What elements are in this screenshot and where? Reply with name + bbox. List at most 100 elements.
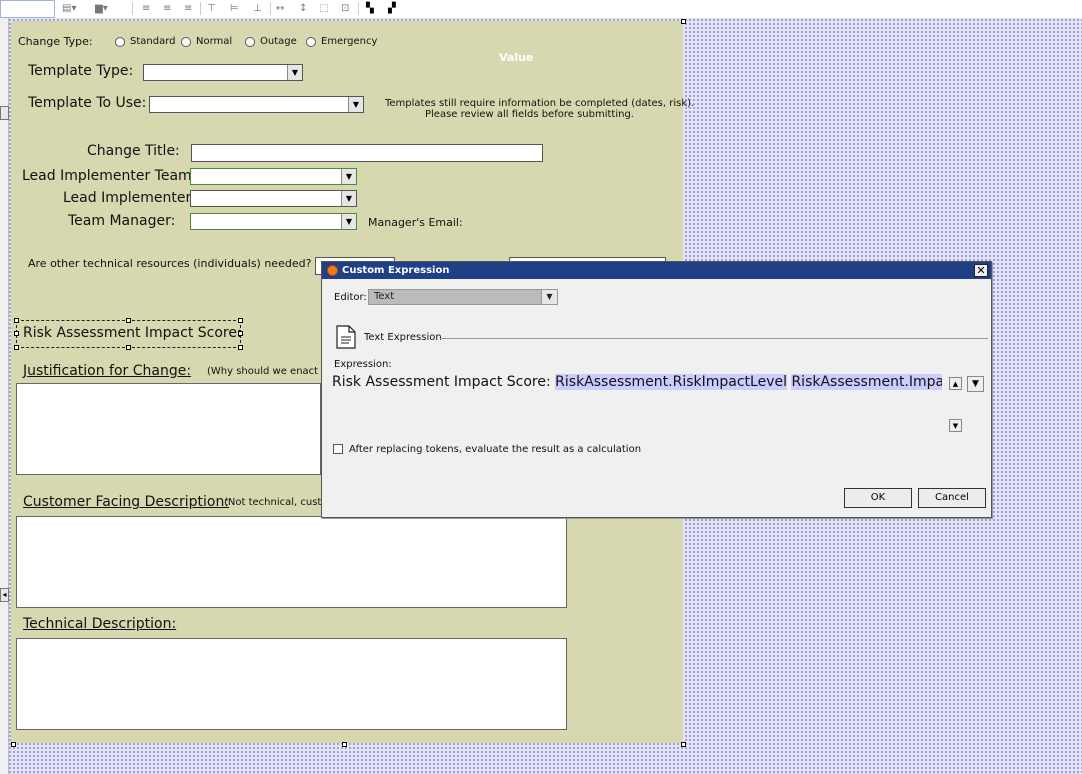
toolbar-separator bbox=[358, 2, 359, 15]
justification-hint: (Why should we enact t bbox=[207, 366, 326, 377]
template-to-use-select[interactable]: ▼ bbox=[149, 96, 364, 113]
expression-text: Risk Assessment Impact Score: bbox=[332, 374, 551, 390]
resize-handle[interactable] bbox=[126, 318, 131, 323]
toolbar-field[interactable] bbox=[0, 0, 55, 18]
toolbar-separator bbox=[132, 2, 133, 15]
designer-toolbar: ▤▾ ▆▾ ≡ ≡ ≡ ⊤ ⊨ ⊥ ↔ ↕ ⬚ ⊡ ▚ ▞ bbox=[0, 0, 1082, 19]
align-left-icon[interactable]: ≡ bbox=[142, 3, 150, 15]
section-label: Text Expression bbox=[364, 332, 442, 343]
change-title-label: Change Title: bbox=[87, 143, 180, 159]
scroll-down-button[interactable]: ▼ bbox=[949, 419, 962, 432]
manager-email-label: Manager's Email: bbox=[368, 216, 463, 229]
editor-label: Editor: bbox=[334, 292, 367, 303]
page-icon[interactable]: ▤▾ bbox=[62, 3, 76, 15]
technical-description-label: Technical Description: bbox=[23, 616, 177, 632]
lead-team-label: Lead Implementer Team: bbox=[22, 168, 197, 184]
toolbar-separator bbox=[270, 2, 271, 15]
team-manager-label: Team Manager: bbox=[68, 213, 176, 229]
justification-textarea[interactable] bbox=[16, 383, 321, 475]
resize-handle[interactable] bbox=[681, 19, 686, 24]
resize-handle[interactable] bbox=[11, 742, 16, 747]
align-middle-icon[interactable]: ⊨ bbox=[230, 3, 239, 15]
ok-button[interactable]: OK bbox=[844, 488, 912, 508]
customer-description-label: Customer Facing Description: bbox=[23, 494, 230, 510]
expression-dropdown-button[interactable]: ▼ bbox=[967, 376, 984, 392]
align-top-icon[interactable]: ⊤ bbox=[207, 3, 216, 15]
change-title-input[interactable] bbox=[191, 144, 543, 162]
radio-standard-label: Standard bbox=[130, 36, 176, 47]
team-manager-select[interactable]: ▼ bbox=[190, 213, 357, 230]
template-note-line1: Templates still require information be c… bbox=[385, 98, 695, 109]
customer-description-textarea[interactable] bbox=[16, 516, 567, 608]
change-type-label: Change Type: bbox=[18, 35, 93, 48]
expression-editor[interactable]: Risk Assessment Impact Score: RiskAssess… bbox=[332, 374, 942, 434]
resize-handle[interactable] bbox=[126, 345, 131, 350]
chevron-down-icon[interactable]: ▼ bbox=[341, 191, 356, 206]
bring-front-icon[interactable]: ▚ bbox=[366, 3, 374, 15]
send-back-icon[interactable]: ▞ bbox=[388, 3, 396, 15]
resources-question: Are other technical resources (individua… bbox=[28, 257, 312, 270]
left-panel-strip: ◂ bbox=[0, 18, 9, 774]
radio-emergency[interactable] bbox=[306, 37, 316, 47]
cancel-button[interactable]: Cancel bbox=[918, 488, 986, 508]
template-type-select[interactable]: ▼ bbox=[143, 64, 303, 81]
token-impact-total[interactable]: RiskAssessment.ImpactTotal bbox=[791, 374, 942, 390]
radio-normal-label: Normal bbox=[196, 36, 233, 47]
template-type-label: Template Type: bbox=[28, 63, 134, 79]
radio-standard[interactable] bbox=[115, 37, 125, 47]
custom-expression-dialog: Custom Expression ✕ Editor: Text ▼ Text … bbox=[321, 261, 992, 518]
risk-score-label: Risk Assessment Impact Score: bbox=[23, 325, 242, 341]
template-to-use-label: Template To Use: bbox=[28, 95, 147, 111]
chevron-down-icon[interactable]: ▼ bbox=[541, 290, 557, 304]
chevron-down-icon[interactable]: ▼ bbox=[341, 169, 356, 184]
align-center-icon[interactable]: ≡ bbox=[163, 3, 171, 15]
template-note-line2: Please review all fields before submitti… bbox=[425, 109, 634, 120]
same-size-icon[interactable]: ⬚ bbox=[319, 3, 328, 15]
resize-handle[interactable] bbox=[238, 345, 243, 350]
evaluate-checkbox[interactable] bbox=[333, 444, 343, 454]
panel-marker[interactable] bbox=[0, 106, 9, 120]
radio-normal[interactable] bbox=[181, 37, 191, 47]
resize-handle[interactable] bbox=[342, 742, 347, 747]
monitor-icon[interactable]: ▆▾ bbox=[95, 3, 108, 15]
fit-size-icon[interactable]: ⊡ bbox=[341, 3, 349, 15]
editor-select-value: Text bbox=[374, 291, 395, 302]
document-icon bbox=[336, 325, 356, 349]
expression-label: Expression: bbox=[334, 359, 392, 370]
lead-team-select[interactable]: ▼ bbox=[190, 168, 357, 185]
same-width-icon[interactable]: ↔ bbox=[276, 3, 284, 15]
chevron-down-icon[interactable]: ▼ bbox=[341, 214, 356, 229]
resize-handle[interactable] bbox=[14, 331, 19, 336]
radio-emergency-label: Emergency bbox=[321, 36, 378, 47]
chevron-down-icon[interactable]: ▼ bbox=[287, 65, 302, 80]
radio-outage[interactable] bbox=[245, 37, 255, 47]
app-icon bbox=[327, 265, 338, 276]
justification-label: Justification for Change: bbox=[23, 363, 192, 379]
dialog-titlebar[interactable]: Custom Expression ✕ bbox=[322, 262, 991, 279]
section-divider bbox=[440, 338, 988, 339]
value-header: Value bbox=[499, 51, 534, 64]
radio-outage-label: Outage bbox=[260, 36, 297, 47]
technical-description-textarea[interactable] bbox=[16, 638, 567, 730]
lead-implementer-select[interactable]: ▼ bbox=[190, 190, 357, 207]
align-bottom-icon[interactable]: ⊥ bbox=[253, 3, 262, 15]
resize-handle[interactable] bbox=[238, 318, 243, 323]
resize-handle[interactable] bbox=[681, 742, 686, 747]
resize-handle[interactable] bbox=[14, 345, 19, 350]
editor-select[interactable]: Text ▼ bbox=[368, 289, 558, 305]
scroll-up-button[interactable]: ▲ bbox=[949, 377, 962, 390]
resize-handle[interactable] bbox=[238, 331, 243, 336]
same-height-icon[interactable]: ↕ bbox=[299, 3, 307, 15]
panel-scroll-icon[interactable]: ◂ bbox=[0, 588, 9, 602]
token-risk-impact-level[interactable]: RiskAssessment.RiskImpactLevel bbox=[555, 374, 787, 390]
lead-implementer-label: Lead Implementer: bbox=[63, 190, 196, 206]
customer-description-hint: (Not technical, custo bbox=[224, 497, 328, 508]
close-button[interactable]: ✕ bbox=[974, 264, 988, 277]
close-icon: ✕ bbox=[976, 264, 986, 277]
toolbar-separator bbox=[200, 2, 201, 15]
evaluate-checkbox-label: After replacing tokens, evaluate the res… bbox=[349, 444, 642, 455]
resize-handle[interactable] bbox=[14, 318, 19, 323]
align-right-icon[interactable]: ≡ bbox=[184, 3, 192, 15]
chevron-down-icon[interactable]: ▼ bbox=[348, 97, 363, 112]
dialog-title: Custom Expression bbox=[342, 265, 450, 276]
